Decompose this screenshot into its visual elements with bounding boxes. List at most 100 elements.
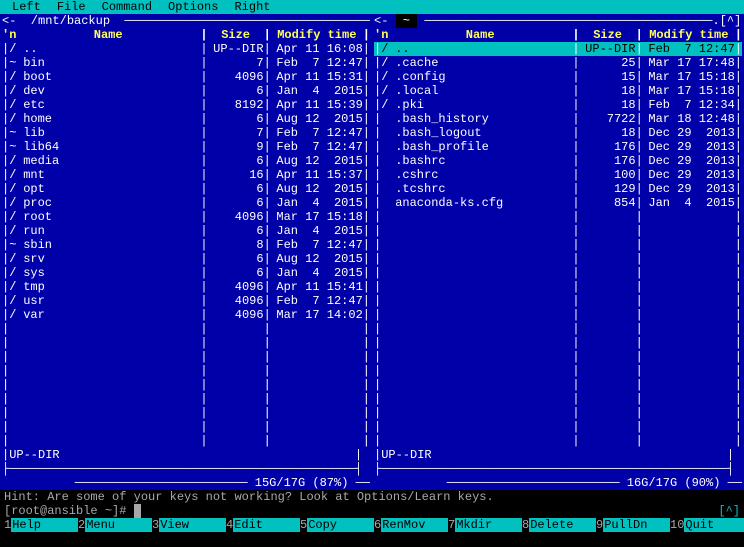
list-item[interactable]: |/etc|8192|Apr 11 15:39|: [2, 98, 370, 112]
list-item[interactable]: |~sbin|8|Feb 7 12:47|: [2, 238, 370, 252]
list-item[interactable]: |/mnt|16|Apr 11 15:37|: [2, 168, 370, 182]
list-item[interactable]: | anaconda-ks.cfg|854|Jan 4 2015|: [374, 196, 742, 210]
list-item: ||||: [374, 210, 742, 224]
list-item: ||||: [374, 350, 742, 364]
list-item[interactable]: |/..|UP--DIR|Apr 11 16:08|: [2, 42, 370, 56]
list-item[interactable]: | .tcshrc|129|Dec 29 2013|: [374, 182, 742, 196]
list-item[interactable]: |/sys|6|Jan 4 2015|: [2, 266, 370, 280]
left-disk-usage: ──────────────────────── 15G/17G (87%) ─…: [2, 476, 370, 490]
fkey-2[interactable]: 2Menu: [78, 518, 152, 532]
list-item[interactable]: |/.pki|18|Feb 7 12:34|: [374, 98, 742, 112]
list-item[interactable]: | .bash_profile|176|Dec 29 2013|: [374, 140, 742, 154]
header-size[interactable]: Size: [208, 28, 264, 42]
list-item[interactable]: |/media|6|Aug 12 2015|: [2, 154, 370, 168]
type-mark: ~: [9, 238, 23, 252]
fkey-6[interactable]: 6RenMov: [374, 518, 448, 532]
file-mtime: Mar 18 12:48: [643, 112, 735, 126]
header-modify[interactable]: Modify time: [643, 28, 735, 42]
type-mark: /: [9, 280, 23, 294]
fkey-1[interactable]: 1Help: [4, 518, 78, 532]
menu-right[interactable]: Right: [226, 0, 278, 14]
list-item[interactable]: |~lib|7|Feb 7 12:47|: [2, 126, 370, 140]
fkey-label: RenMov: [381, 518, 448, 532]
type-mark: /: [381, 42, 395, 56]
menu-file[interactable]: File: [49, 0, 94, 14]
fkey-8[interactable]: 8Delete: [522, 518, 596, 532]
fkey-3[interactable]: 3View: [152, 518, 226, 532]
list-item[interactable]: |~lib64|9|Feb 7 12:47|: [2, 140, 370, 154]
left-mini-status: |UP--DIR |: [2, 448, 370, 462]
file-size: 7: [208, 126, 264, 140]
file-mtime: Feb 7 12:47: [643, 42, 735, 56]
fkey-5[interactable]: 5Copy: [300, 518, 374, 532]
type-mark: /: [9, 294, 23, 308]
shell-prompt[interactable]: [root@ansible ~]# [^]: [4, 504, 740, 518]
file-size: 4096: [208, 308, 264, 322]
header-size[interactable]: Size: [580, 28, 636, 42]
type-mark: /: [9, 154, 23, 168]
list-item[interactable]: |/opt|6|Aug 12 2015|: [2, 182, 370, 196]
list-item[interactable]: | .bashrc|176|Dec 29 2013|: [374, 154, 742, 168]
list-item[interactable]: | .bash_logout|18|Dec 29 2013|: [374, 126, 742, 140]
list-item[interactable]: |/root|4096|Mar 17 15:18|: [2, 210, 370, 224]
file-name: bin: [23, 56, 200, 70]
list-item[interactable]: |~bin|7|Feb 7 12:47|: [2, 56, 370, 70]
file-name: anaconda-ks.cfg: [395, 196, 572, 210]
list-item[interactable]: |/.cache|25|Mar 17 17:48|: [374, 56, 742, 70]
list-item[interactable]: |/run|6|Jan 4 2015|: [2, 224, 370, 238]
file-mtime: Feb 7 12:47: [271, 238, 363, 252]
fkey-10[interactable]: 10Quit: [670, 518, 744, 532]
right-file-list[interactable]: |/..|UP--DIR|Feb 7 12:47||/.cache|25|Mar…: [374, 42, 742, 448]
file-mtime: Dec 29 2013: [643, 140, 735, 154]
list-item[interactable]: |/dev|6|Jan 4 2015|: [2, 84, 370, 98]
list-item[interactable]: | .cshrc|100|Dec 29 2013|: [374, 168, 742, 182]
left-file-list[interactable]: |/..|UP--DIR|Apr 11 16:08||~bin|7|Feb 7 …: [2, 42, 370, 448]
right-panel-headers: 'nName| Size |Modify time|: [374, 28, 742, 42]
list-item: ||||: [374, 266, 742, 280]
list-item[interactable]: |/home|6|Aug 12 2015|: [2, 112, 370, 126]
list-item[interactable]: |/usr|4096|Feb 7 12:47|: [2, 294, 370, 308]
fkey-9[interactable]: 9PullDn: [596, 518, 670, 532]
file-name: sys: [23, 266, 200, 280]
header-mark: 'n: [374, 28, 388, 42]
fkey-7[interactable]: 7Mkdir: [448, 518, 522, 532]
menu-options[interactable]: Options: [160, 0, 226, 14]
menu-command[interactable]: Command: [94, 0, 160, 14]
file-size: 7722: [580, 112, 636, 126]
list-item: ||||: [374, 322, 742, 336]
list-item[interactable]: | .bash_history|7722|Mar 18 12:48|: [374, 112, 742, 126]
right-panel[interactable]: <- ~ ───────────────────────────────────…: [372, 14, 744, 490]
fkey-label: Copy: [307, 518, 374, 532]
file-size: 6: [208, 224, 264, 238]
file-name: .bash_history: [395, 112, 572, 126]
list-item[interactable]: |/var|4096|Mar 17 14:02|: [2, 308, 370, 322]
type-mark: /: [381, 84, 395, 98]
list-item[interactable]: |/boot|4096|Apr 11 15:31|: [2, 70, 370, 84]
header-name[interactable]: Name: [16, 28, 200, 42]
right-panel-path: ~: [396, 14, 418, 28]
file-mtime: Aug 12 2015: [271, 112, 363, 126]
fkey-4[interactable]: 4Edit: [226, 518, 300, 532]
header-modify[interactable]: Modify time: [271, 28, 363, 42]
list-item: ||||: [374, 294, 742, 308]
list-item[interactable]: |/srv|6|Aug 12 2015|: [2, 252, 370, 266]
list-item[interactable]: |/.local|18|Mar 17 15:18|: [374, 84, 742, 98]
fkey-number: 1: [4, 518, 11, 532]
header-name[interactable]: Name: [388, 28, 572, 42]
file-size: 4096: [208, 294, 264, 308]
type-mark: /: [9, 196, 23, 210]
file-name: lib64: [23, 140, 200, 154]
left-panel[interactable]: <- /mnt/backup ─────────────────────────…: [0, 14, 372, 490]
list-item[interactable]: |/..|UP--DIR|Feb 7 12:47|: [374, 42, 742, 56]
menu-left[interactable]: Left: [4, 0, 49, 14]
list-item[interactable]: |/proc|6|Jan 4 2015|: [2, 196, 370, 210]
function-key-bar[interactable]: 1Help2Menu3View4Edit5Copy6RenMov7Mkdir8D…: [0, 518, 744, 532]
list-item[interactable]: |/tmp|4096|Apr 11 15:41|: [2, 280, 370, 294]
file-size: 18: [580, 98, 636, 112]
file-mtime: Feb 7 12:34: [643, 98, 735, 112]
list-item[interactable]: |/.config|15|Mar 17 15:18|: [374, 70, 742, 84]
file-name: sbin: [23, 238, 200, 252]
file-name: opt: [23, 182, 200, 196]
main-menubar[interactable]: LeftFileCommandOptionsRight: [0, 0, 744, 14]
list-item: ||||: [374, 364, 742, 378]
